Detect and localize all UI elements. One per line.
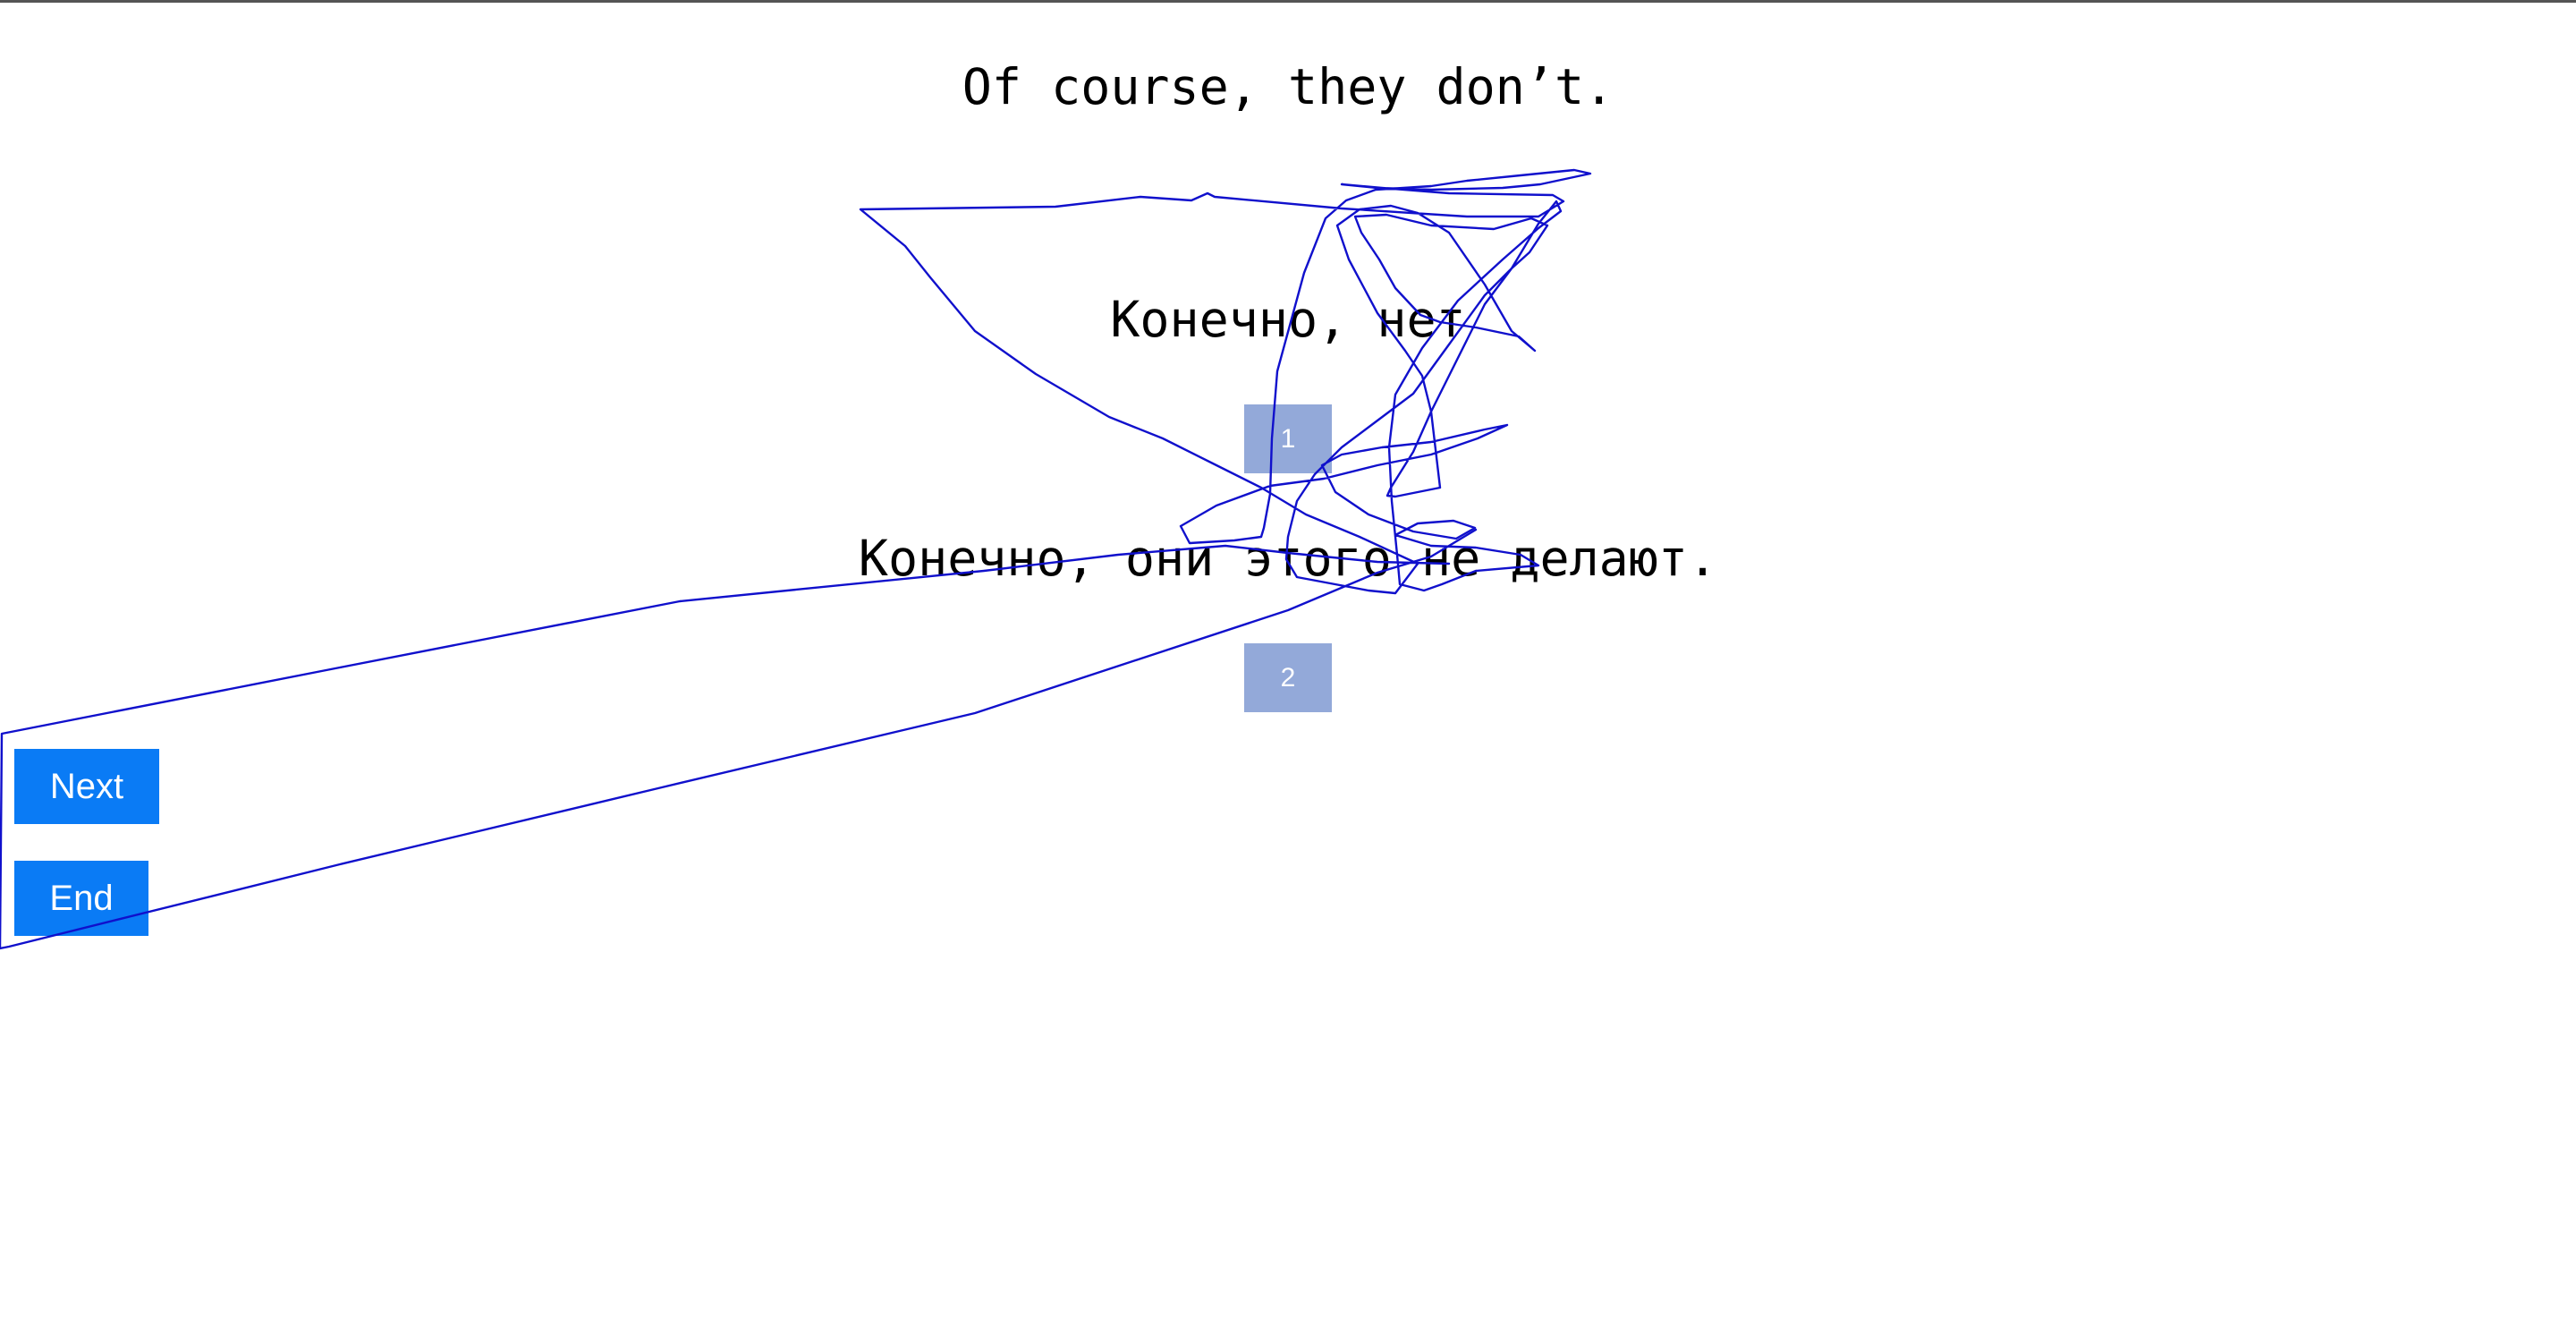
choice-2-button[interactable]: 2	[1244, 643, 1332, 712]
mouse-trail-long-path	[0, 528, 1478, 950]
next-button[interactable]: Next	[14, 749, 159, 824]
option-2-sentence: Конечно, они этого не делают.	[858, 530, 1718, 587]
choice-1-button[interactable]: 1	[1244, 404, 1332, 473]
option-1-sentence: Конечно, нет	[1110, 291, 1466, 348]
end-button[interactable]: End	[14, 861, 148, 936]
source-sentence: Of course, they don’t.	[962, 58, 1614, 115]
top-border	[0, 0, 2576, 3]
